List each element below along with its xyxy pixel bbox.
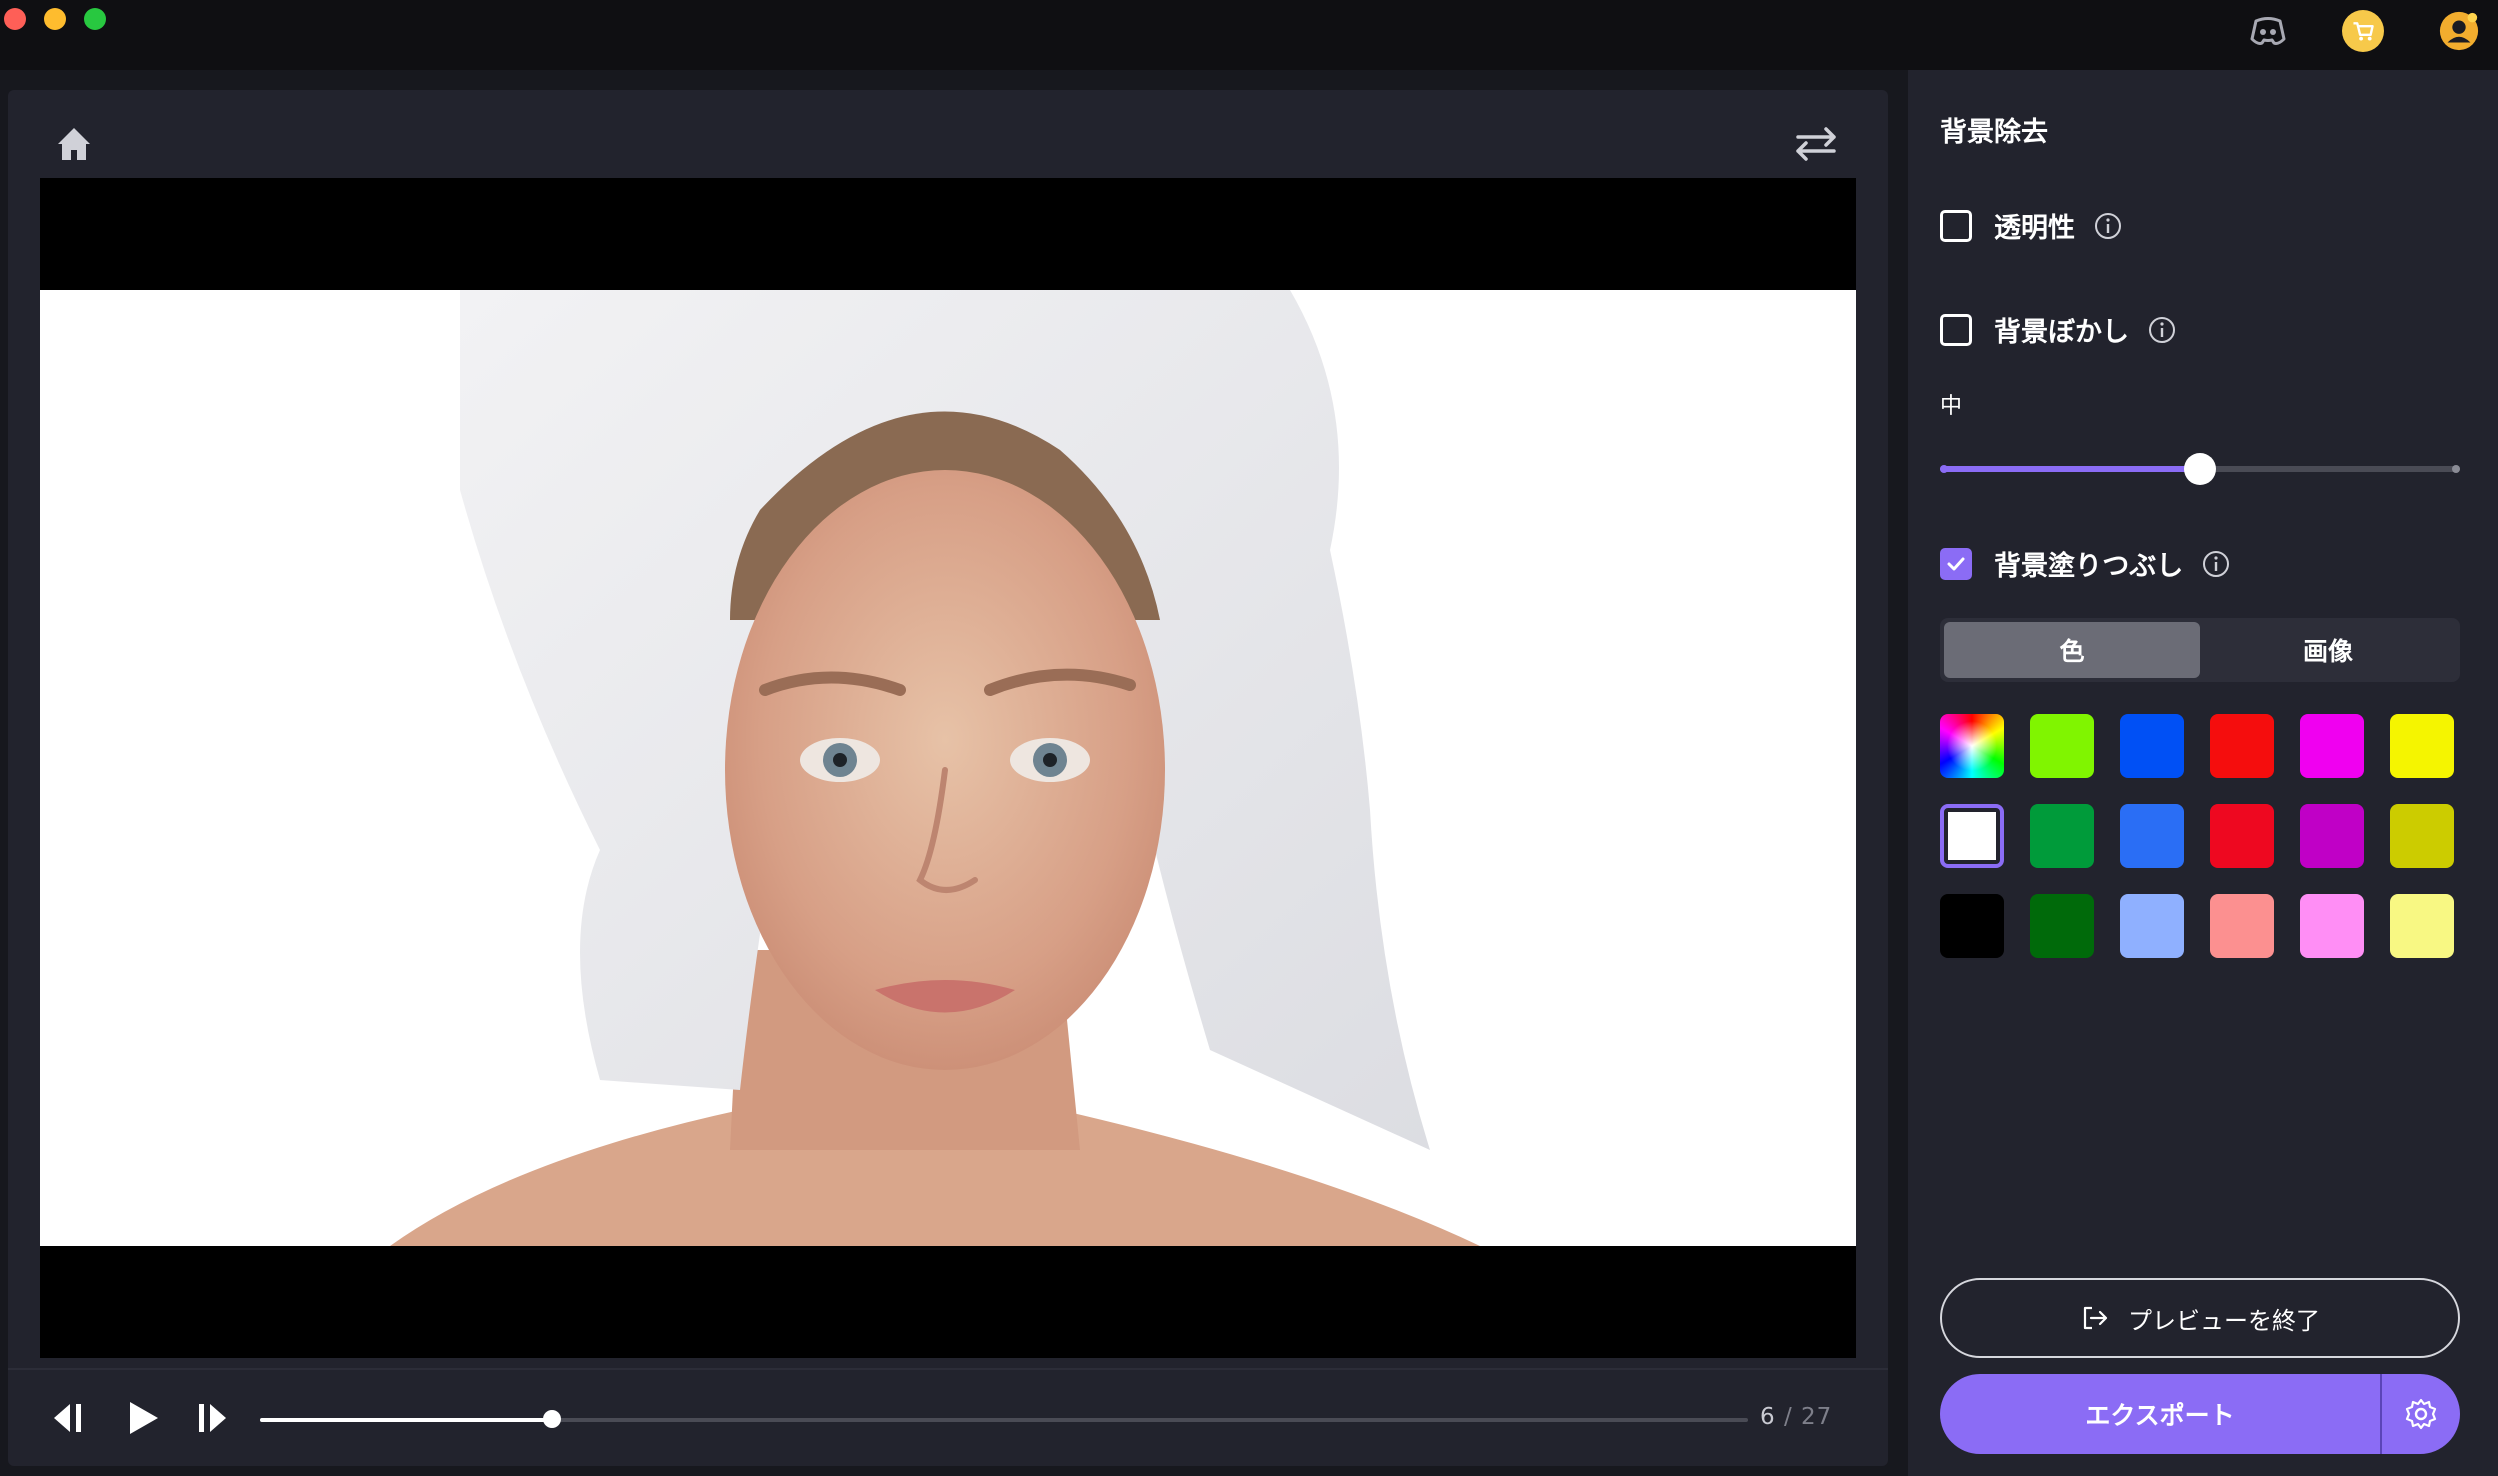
background-removal-panel: 背景除去 透明性 背景ぼかし 中 背景塗りつぶし 色 画像 プレビューを終了 エ…	[1908, 70, 2498, 1476]
tab-image[interactable]: 画像	[2200, 622, 2456, 678]
color-swatch[interactable]	[2300, 894, 2364, 958]
window-minimize-button[interactable]	[44, 8, 66, 30]
color-swatch[interactable]	[2030, 894, 2094, 958]
window-close-button[interactable]	[4, 8, 26, 30]
color-swatch[interactable]	[2120, 894, 2184, 958]
fill-label: 背景塗りつぶし	[1994, 551, 2184, 582]
transparency-label: 透明性	[1994, 213, 2075, 244]
custom-color-swatch[interactable]	[1940, 714, 2004, 778]
color-swatch[interactable]	[2390, 894, 2454, 958]
slider-fill	[1940, 466, 2200, 472]
export-settings-button[interactable]	[2380, 1374, 2460, 1454]
blur-level-slider[interactable]	[1940, 453, 2460, 485]
blur-label: 背景ぼかし	[1994, 317, 2129, 348]
info-icon[interactable]	[2147, 315, 2177, 345]
next-frame-button[interactable]	[188, 1394, 236, 1442]
cart-icon[interactable]	[2342, 10, 2384, 52]
color-swatch[interactable]	[2300, 804, 2364, 868]
app-window: 6 / 27 背景除去 透明性 背景ぼかし 中 背景塗りつぶし 色 画像 プレビ…	[0, 0, 2498, 1476]
blur-level-label: 中	[1940, 394, 1963, 419]
panel-title: 背景除去	[1940, 117, 2048, 148]
color-swatch[interactable]	[1940, 894, 2004, 958]
gear-icon	[2405, 1398, 2437, 1430]
frame-separator: /	[1783, 1404, 1793, 1430]
color-swatch[interactable]	[2300, 714, 2364, 778]
frame-counter: 6 / 27	[1760, 1404, 1832, 1430]
color-swatch[interactable]	[2210, 714, 2274, 778]
color-swatch[interactable]	[2210, 804, 2274, 868]
video-viewport	[40, 178, 1856, 1358]
color-swatch-grid	[1940, 714, 2460, 958]
export-group: エクスポート	[1940, 1374, 2460, 1454]
slider-start-dot	[1940, 465, 1948, 473]
playback-controls: 6 / 27	[8, 1368, 1888, 1466]
timeline-scrubber[interactable]	[260, 1410, 1748, 1428]
transparency-checkbox[interactable]	[1940, 209, 1972, 242]
timeline-progress	[260, 1418, 552, 1422]
tab-color[interactable]: 色	[1944, 622, 2200, 678]
blur-checkbox[interactable]	[1940, 313, 1972, 346]
color-swatch[interactable]	[2120, 714, 2184, 778]
play-button[interactable]	[118, 1394, 166, 1442]
compare-swap-icon[interactable]	[1792, 122, 1844, 170]
export-button[interactable]: エクスポート	[1940, 1374, 2380, 1454]
blur-option[interactable]: 背景ぼかし	[1940, 310, 2177, 349]
end-preview-label: プレビューを終了	[2128, 1306, 2320, 1335]
current-frame: 6	[1760, 1404, 1776, 1430]
account-icon[interactable]	[2438, 10, 2480, 52]
color-swatch[interactable]	[2120, 804, 2184, 868]
home-icon[interactable]	[52, 122, 100, 170]
window-maximize-button[interactable]	[84, 8, 106, 30]
end-preview-button[interactable]: プレビューを終了	[1940, 1278, 2460, 1358]
color-swatch[interactable]	[2390, 714, 2454, 778]
preview-frame-image	[40, 290, 1856, 1246]
color-swatch[interactable]	[1940, 804, 2004, 868]
color-swatch[interactable]	[2030, 714, 2094, 778]
checkmark-icon	[1947, 557, 1965, 570]
fill-checkbox[interactable]	[1940, 547, 1972, 580]
slider-thumb[interactable]	[2184, 453, 2216, 485]
info-icon[interactable]	[2093, 211, 2123, 241]
timeline-thumb[interactable]	[542, 1410, 561, 1428]
preview-panel: 6 / 27	[8, 90, 1888, 1466]
discord-icon[interactable]	[2247, 10, 2289, 52]
color-swatch[interactable]	[2390, 804, 2454, 868]
transparency-option[interactable]: 透明性	[1940, 206, 2123, 245]
fill-option[interactable]: 背景塗りつぶし	[1940, 544, 2231, 583]
info-icon[interactable]	[2201, 549, 2231, 579]
fill-type-tabs: 色 画像	[1940, 618, 2460, 682]
total-frames: 27	[1801, 1404, 1833, 1430]
color-swatch[interactable]	[2210, 894, 2274, 958]
title-bar	[0, 0, 2498, 70]
previous-frame-button[interactable]	[44, 1394, 92, 1442]
slider-end-dot	[2452, 465, 2460, 473]
color-swatch[interactable]	[2030, 804, 2094, 868]
exit-icon	[2083, 1306, 2108, 1330]
